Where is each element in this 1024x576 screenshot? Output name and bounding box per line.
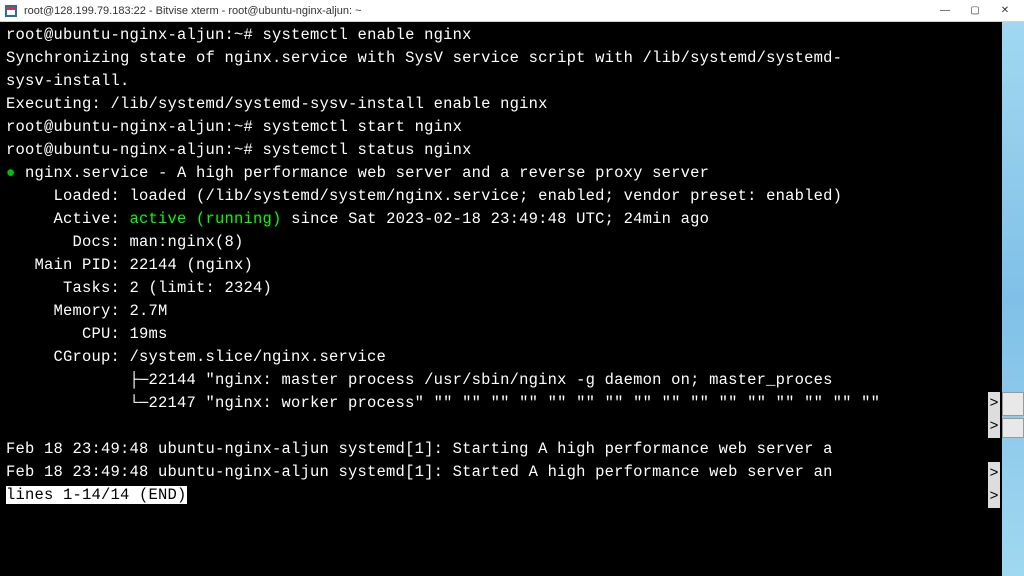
shell-prompt: root@ubuntu-nginx-aljun:~# — [6, 141, 263, 159]
status-mainpid: Main PID: 22144 (nginx) — [6, 256, 253, 274]
status-active-since: since Sat 2023-02-18 23:49:48 UTC; 24min… — [282, 210, 710, 228]
status-loaded: Loaded: loaded (/lib/systemd/system/ngin… — [6, 187, 842, 205]
scrollbar-track[interactable] — [1002, 438, 1024, 576]
shell-prompt: root@ubuntu-nginx-aljun:~# — [6, 118, 263, 136]
output-line: Executing: /lib/systemd/systemd-sysv-ins… — [6, 95, 548, 113]
command-text: systemctl status nginx — [263, 141, 472, 159]
line-overflow-indicator: > — [988, 415, 1000, 438]
service-title: nginx.service - A high performance web s… — [16, 164, 710, 182]
output-line: Synchronizing state of nginx.service wit… — [6, 49, 842, 67]
window-controls: — ▢ ✕ — [930, 2, 1020, 20]
status-tasks: Tasks: 2 (limit: 2324) — [6, 279, 272, 297]
shell-prompt: root@ubuntu-nginx-aljun:~# — [6, 26, 263, 44]
command-text: systemctl enable nginx — [263, 26, 472, 44]
line-overflow-indicator: > — [988, 485, 1000, 508]
process-line: ├─22144 "nginx: master process /usr/sbin… — [6, 371, 833, 389]
app-icon — [4, 4, 18, 18]
scrollbar[interactable] — [1002, 22, 1024, 576]
window-title: root@128.199.79.183:22 - Bitvise xterm -… — [24, 5, 930, 17]
scrollbar-thumb[interactable] — [1002, 392, 1024, 416]
output-line: sysv-install. — [6, 72, 130, 90]
minimize-button[interactable]: — — [930, 2, 960, 20]
status-active-label: Active: — [6, 210, 130, 228]
line-overflow-indicator: > — [988, 462, 1000, 485]
journal-line: Feb 18 23:49:48 ubuntu-nginx-aljun syste… — [6, 440, 833, 458]
journal-line: Feb 18 23:49:48 ubuntu-nginx-aljun syste… — [6, 463, 833, 481]
command-text: systemctl start nginx — [263, 118, 463, 136]
terminal-container: root@ubuntu-nginx-aljun:~# systemctl ena… — [0, 22, 1024, 576]
process-line: └─22147 "nginx: worker process" "" "" ""… — [6, 394, 880, 412]
status-cgroup: CGroup: /system.slice/nginx.service — [6, 348, 386, 366]
scrollbar-thumb[interactable] — [1002, 418, 1024, 438]
status-bullet-icon: ● — [6, 164, 16, 182]
status-memory: Memory: 2.7M — [6, 302, 168, 320]
terminal[interactable]: root@ubuntu-nginx-aljun:~# systemctl ena… — [0, 22, 1002, 576]
pager-status: lines 1-14/14 (END) — [6, 486, 187, 504]
status-cpu: CPU: 19ms — [6, 325, 168, 343]
maximize-button[interactable]: ▢ — [960, 2, 990, 20]
window-titlebar: root@128.199.79.183:22 - Bitvise xterm -… — [0, 0, 1024, 22]
status-active-state: active (running) — [130, 210, 282, 228]
close-button[interactable]: ✕ — [990, 2, 1020, 20]
status-docs: Docs: man:nginx(8) — [6, 233, 244, 251]
line-overflow-indicator: > — [988, 392, 1000, 415]
